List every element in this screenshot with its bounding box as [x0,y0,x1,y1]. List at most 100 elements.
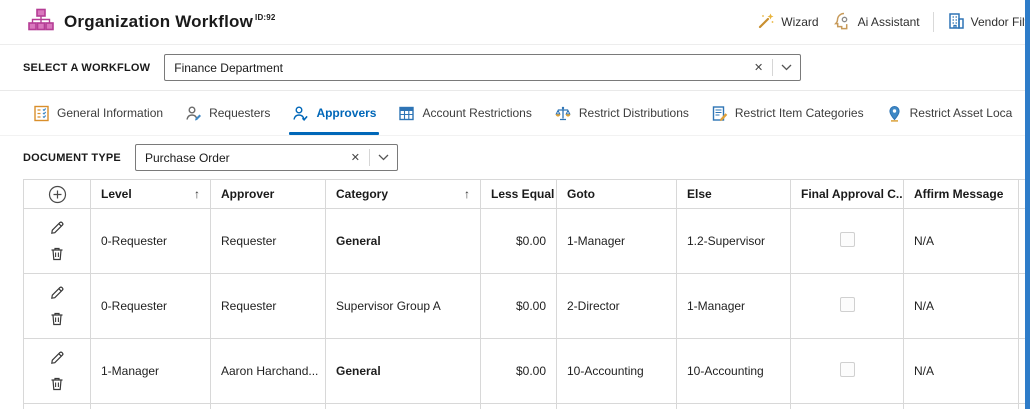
tab-requesters[interactable]: Requesters [182,91,273,135]
column-label: Final Approval C... [801,187,904,201]
cell-level: 1-Manager [91,339,211,404]
cell-else: 1.2-Supervisor [677,209,791,274]
column-header-category[interactable]: Category ↑ [326,180,481,209]
wizard-label: Wizard [781,15,818,29]
workflow-combobox[interactable]: Finance Department ✕ [164,54,801,81]
document-type-combobox[interactable]: Purchase Order ✕ [135,144,398,171]
wizard-button[interactable]: Wizard [757,12,818,33]
vendor-filter-label: Vendor Filt [971,15,1028,29]
column-label: Less Equal [491,187,554,201]
cell-else [677,404,791,409]
tab-bar: General Information Requesters Approvers Ac… [0,91,1030,136]
final-approval-checkbox[interactable] [840,362,855,377]
cell-actions [24,339,91,404]
cell-approver [211,404,326,409]
cell-level: 0-Requester [91,209,211,274]
vendor-building-icon [947,12,965,33]
edit-row-button[interactable] [49,350,65,366]
cell-category: Supervisor Group A [326,274,481,339]
tab-label: Approvers [316,106,376,120]
cell-category: General [326,209,481,274]
chevron-down-icon[interactable] [773,64,800,71]
cell-less-equal: $0.00 [481,274,557,339]
tab-account-restrictions[interactable]: Account Restrictions [395,91,534,135]
cell-less-equal: $0.00 [481,209,557,274]
cell-category [326,404,481,409]
cell-goto: 1-Manager [557,209,677,274]
location-pin-icon [886,105,903,122]
account-table-icon [398,105,415,122]
item-categories-icon [711,105,728,122]
chevron-down-icon[interactable] [370,154,397,161]
workflow-combobox-value: Finance Department [174,61,745,75]
delete-row-button[interactable] [49,311,65,327]
table-row: 1-ManagerAaron Harchand...General$0.0010… [24,339,1026,404]
cell-approver: Requester [211,274,326,339]
table-row: 0-RequesterRequesterSupervisor Group A$0… [24,274,1026,339]
final-approval-checkbox[interactable] [840,232,855,247]
right-edge-panel [1025,0,1030,409]
column-label: Approver [221,187,274,201]
cell-final-approval [791,209,904,274]
edit-row-button[interactable] [49,220,65,236]
tab-label: Restrict Asset Loca [910,106,1013,120]
delete-row-button[interactable] [49,376,65,392]
cell-goto: 2-Director [557,274,677,339]
column-header-final-approval[interactable]: Final Approval C... [791,180,904,209]
ai-assistant-button[interactable]: Ai Assistant [832,11,920,34]
cell-approver: Aaron Harchand... [211,339,326,404]
wand-icon [757,12,775,33]
requester-person-icon [185,105,202,122]
sort-asc-icon: ↑ [464,187,470,201]
clear-icon[interactable]: ✕ [745,61,772,74]
column-header-actions [24,180,91,209]
column-header-else[interactable]: Else [677,180,791,209]
cell-less-equal: $0.00 [481,339,557,404]
header: Organization WorkflowID:92 Wizard Ai Ass… [0,0,1030,45]
delete-row-button[interactable] [49,246,65,262]
cell-goto: 10-Accounting [557,339,677,404]
cell-goto [557,404,677,409]
tab-label: General Information [57,106,163,120]
tab-restrict-item-categories[interactable]: Restrict Item Categories [708,91,867,135]
column-header-affirm-message[interactable]: Affirm Message [904,180,1019,209]
tab-label: Account Restrictions [422,106,531,120]
tab-label: Requesters [209,106,270,120]
column-label: Category [336,187,388,201]
select-workflow-label: SELECT A WORKFLOW [23,62,150,74]
approver-person-icon [292,105,309,122]
cell-final-approval [791,404,904,409]
document-type-label: DOCUMENT TYPE [23,152,121,164]
cell-category: General [326,339,481,404]
cell-final-approval [791,274,904,339]
final-approval-checkbox[interactable] [840,297,855,312]
cell-else: 10-Accounting [677,339,791,404]
column-header-goto[interactable]: Goto [557,180,677,209]
workflow-id-badge: ID:92 [255,13,276,22]
header-actions: Wizard Ai Assistant Vendor Filt [757,11,1028,34]
cell-actions [24,274,91,339]
cell-level [91,404,211,409]
clear-icon[interactable]: ✕ [342,151,369,164]
cell-affirm-message: N/A [904,339,1019,404]
cell-actions [24,209,91,274]
workflow-selector-row: SELECT A WORKFLOW Finance Department ✕ [0,45,1030,90]
cell-else: 1-Manager [677,274,791,339]
tab-label: Restrict Item Categories [735,106,864,120]
scales-icon [554,105,572,122]
page-title: Organization WorkflowID:92 [64,12,276,32]
cell-affirm-message: N/A [904,274,1019,339]
column-header-less-equal[interactable]: Less Equal [481,180,557,209]
cell-affirm-message [904,404,1019,409]
document-type-value: Purchase Order [145,151,342,165]
column-header-level[interactable]: Level↑ [91,180,211,209]
tab-restrict-asset-loca[interactable]: Restrict Asset Loca [883,91,1016,135]
column-header-approver[interactable]: Approver [211,180,326,209]
tab-restrict-distributions[interactable]: Restrict Distributions [551,91,692,135]
edit-row-button[interactable] [49,285,65,301]
form-checklist-icon [33,105,50,122]
vendor-filter-button[interactable]: Vendor Filt [947,12,1028,33]
add-row-button[interactable] [48,185,67,204]
tab-general-information[interactable]: General Information [30,91,166,135]
tab-approvers[interactable]: Approvers [289,91,379,135]
